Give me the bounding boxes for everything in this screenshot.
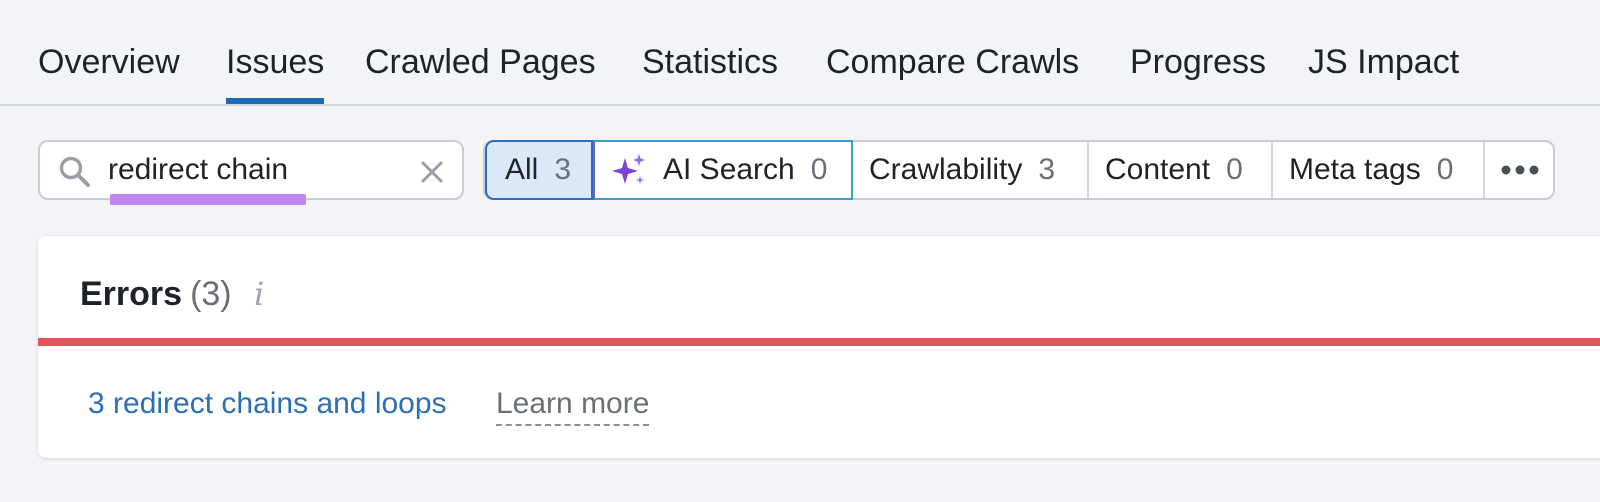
issue-link-redirect-chains[interactable]: 3 redirect chains and loops [88, 384, 447, 424]
filter-label: Content [1105, 153, 1211, 186]
more-filters-button[interactable] [1485, 142, 1555, 198]
filter-ai-search[interactable]: AI Search 0 [593, 140, 853, 200]
tab-js-impact[interactable]: JS Impact [1308, 40, 1459, 84]
site-audit-page: Overview Issues Crawled Pages Statistics… [0, 0, 1600, 502]
search-highlight-underline [110, 194, 306, 205]
filter-crawlability[interactable]: Crawlability 3 [853, 142, 1089, 198]
search-icon [59, 156, 90, 187]
category-filter-group: All 3 AI Search 0 Crawlability 3 Content… [483, 140, 1555, 200]
tab-progress[interactable]: Progress [1130, 40, 1266, 84]
close-icon[interactable] [418, 158, 446, 186]
tab-crawled-pages[interactable]: Crawled Pages [365, 40, 596, 84]
filter-count: 0 [810, 153, 828, 186]
search-input[interactable] [108, 148, 408, 192]
error-severity-bar [38, 338, 1600, 346]
filter-label: Crawlability [869, 153, 1023, 186]
errors-title: Errors [80, 275, 183, 313]
learn-more-link[interactable]: Learn more [496, 384, 650, 426]
tab-overview[interactable]: Overview [38, 40, 180, 84]
filter-label: AI Search [663, 153, 795, 186]
errors-card: Errors (3) i 3 redirect chains and loops … [38, 236, 1600, 458]
filter-count: 0 [1226, 153, 1243, 186]
errors-count: (3) [190, 275, 232, 313]
tab-issues[interactable]: Issues [226, 40, 325, 104]
sparkle-icon [612, 154, 645, 184]
issue-search-box [38, 140, 464, 205]
tab-compare-crawls[interactable]: Compare Crawls [826, 40, 1079, 84]
filter-meta-tags[interactable]: Meta tags 0 [1273, 142, 1485, 198]
more-icon [1501, 165, 1539, 175]
errors-heading: Errors (3) [80, 272, 232, 316]
filter-content[interactable]: Content 0 [1089, 142, 1273, 198]
tab-statistics[interactable]: Statistics [642, 40, 778, 84]
filter-all[interactable]: All 3 [485, 140, 593, 200]
filter-count: 3 [1038, 153, 1056, 186]
tab-bar: Overview Issues Crawled Pages Statistics… [0, 0, 1600, 106]
info-icon[interactable]: i [254, 276, 278, 312]
filter-count: 3 [554, 153, 572, 186]
filter-label: Meta tags [1289, 153, 1421, 186]
filter-label: All [505, 153, 539, 186]
filter-count: 0 [1436, 153, 1454, 186]
